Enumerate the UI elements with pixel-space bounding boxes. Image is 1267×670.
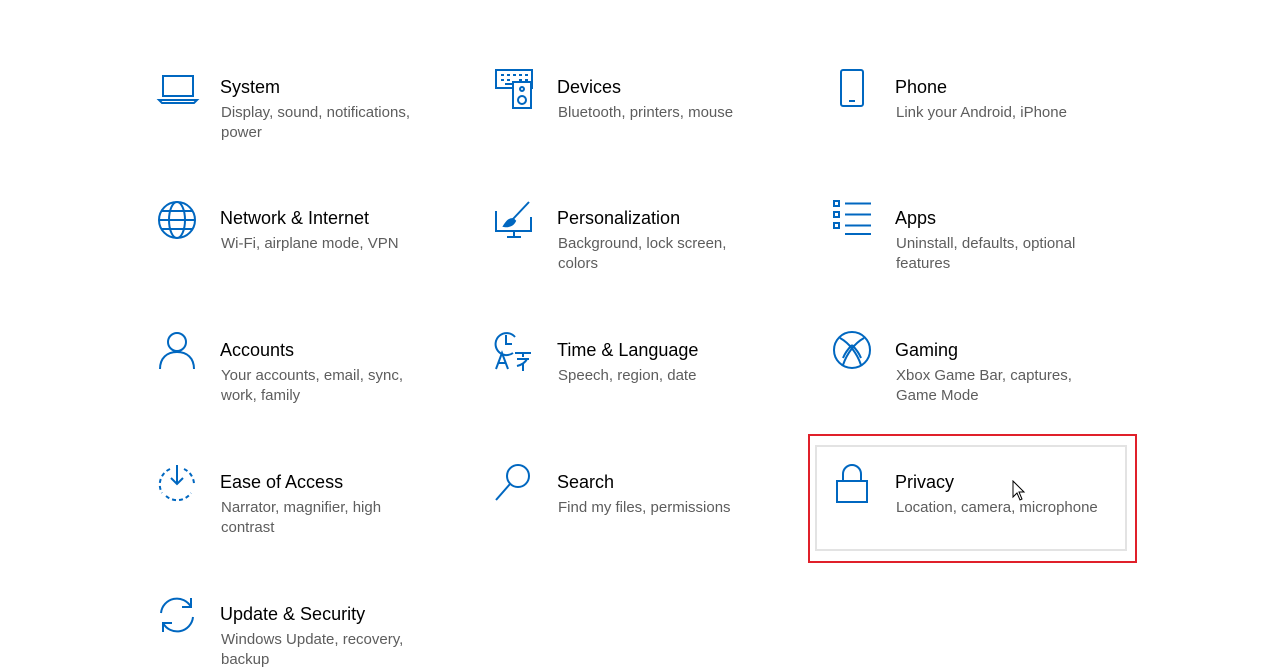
tile-title: Accounts — [220, 340, 295, 360]
laptop-icon — [156, 68, 200, 112]
person-icon — [156, 331, 200, 375]
time-language-icon — [493, 331, 537, 375]
tile-description: Windows Update, recovery, backup — [221, 631, 404, 668]
settings-tile-gaming[interactable]: Gaming Xbox Game Bar, captures, Game Mod… — [831, 331, 1131, 441]
settings-tile-privacy[interactable]: Privacy Location, camera, microphone — [831, 463, 1131, 573]
settings-tile-accounts[interactable]: Accounts Your accounts, email, sync, wor… — [156, 331, 456, 441]
tile-description: Bluetooth, printers, mouse — [558, 104, 734, 121]
tile-title: Privacy — [895, 472, 955, 492]
settings-tile-personalization[interactable]: Personalization Background, lock screen,… — [493, 199, 793, 309]
settings-tile-time-language[interactable]: Time & Language Speech, region, date — [493, 331, 793, 441]
lock-icon — [831, 463, 875, 507]
globe-icon — [156, 199, 200, 243]
settings-tile-network-internet[interactable]: Network & Internet Wi-Fi, airplane mode,… — [156, 199, 456, 309]
ease-of-access-icon — [156, 463, 200, 507]
tile-description: Speech, region, date — [558, 367, 697, 384]
tile-title: Network & Internet — [220, 208, 370, 228]
settings-tile-system[interactable]: System Display, sound, notifications, po… — [156, 68, 456, 178]
tile-description: Narrator, magnifier, high contrast — [221, 499, 382, 536]
settings-tile-ease-of-access[interactable]: Ease of Access Narrator, magnifier, high… — [156, 463, 456, 573]
tile-title: System — [220, 77, 281, 97]
tile-title: Apps — [895, 208, 937, 228]
sync-icon — [156, 595, 200, 639]
settings-tile-phone[interactable]: Phone Link your Android, iPhone — [831, 68, 1131, 178]
tile-description: Uninstall, defaults, optional features — [896, 235, 1076, 272]
tile-title: Personalization — [557, 208, 681, 228]
tile-title: Ease of Access — [220, 472, 344, 492]
settings-tile-devices[interactable]: Devices Bluetooth, printers, mouse — [493, 68, 793, 178]
tile-description: Wi-Fi, airplane mode, VPN — [221, 235, 399, 252]
settings-tile-apps[interactable]: Apps Uninstall, defaults, optional featu… — [831, 199, 1131, 309]
tile-description: Xbox Game Bar, captures, Game Mode — [896, 367, 1072, 404]
settings-tile-search[interactable]: Search Find my files, permissions — [493, 463, 793, 573]
apps-list-icon — [831, 199, 875, 243]
tile-title: Time & Language — [557, 340, 699, 360]
tile-title: Devices — [557, 77, 622, 97]
settings-tile-update-security[interactable]: Update & Security Windows Update, recove… — [156, 595, 456, 668]
xbox-icon — [831, 331, 875, 375]
tile-description: Link your Android, iPhone — [896, 104, 1067, 121]
tile-title: Update & Security — [220, 604, 366, 624]
devices-icon — [493, 68, 537, 112]
tile-description: Your accounts, email, sync, work, family — [221, 367, 404, 404]
tile-description: Find my files, permissions — [558, 499, 731, 516]
tile-title: Search — [557, 472, 615, 492]
tile-title: Phone — [895, 77, 948, 97]
search-icon — [493, 463, 537, 507]
phone-icon — [831, 68, 875, 112]
tile-description: Display, sound, notifications, power — [221, 104, 410, 141]
tile-title: Gaming — [895, 340, 959, 360]
tile-description: Location, camera, microphone — [896, 499, 1098, 516]
paint-brush-icon — [493, 199, 537, 243]
tile-description: Background, lock screen, colors — [558, 235, 727, 272]
